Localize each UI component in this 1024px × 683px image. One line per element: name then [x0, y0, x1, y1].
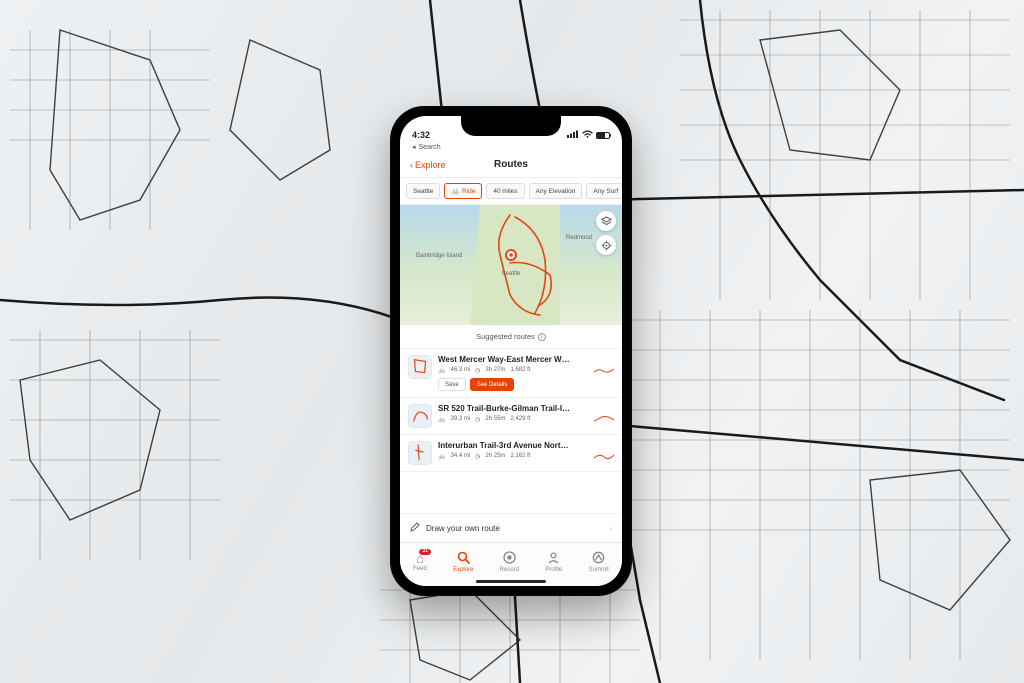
bicycle-icon: 🚲 [438, 416, 445, 423]
elevation-sparkline [594, 366, 614, 374]
search-icon [457, 551, 470, 566]
phone-frame: 4:32 ◂ Search ‹ Explore Routes [390, 106, 632, 596]
tab-feed[interactable]: ⌂31 Feed [413, 552, 427, 572]
chevron-right-icon: › [609, 524, 612, 533]
route-info: Interurban Trail-3rd Avenue Nort… 🚲34.4 … [438, 441, 614, 465]
chevron-left-icon: ‹ [410, 160, 413, 170]
map-poi-label: Bainbridge Island [416, 253, 462, 259]
clock-icon: ◷ [475, 453, 480, 460]
status-time: 4:32 [412, 130, 430, 140]
route-list[interactable]: West Mercer Way-East Mercer W… 🚲46.3 mi … [400, 349, 622, 513]
profile-icon [547, 551, 560, 566]
notch [461, 116, 561, 136]
tab-summit[interactable]: Summit [589, 551, 609, 573]
signal-icon [567, 130, 579, 140]
save-button[interactable]: Save [438, 378, 466, 391]
clock-icon: ◷ [475, 367, 480, 374]
filter-surface-chip[interactable]: Any Surf [586, 183, 622, 199]
return-to-app[interactable]: ◂ Search [400, 142, 622, 152]
route-title: SR 520 Trail-Burke-Gilman Trail-I… [438, 404, 614, 413]
route-meta: 🚲39.3 mi ◷2h 55m 2,429 ft [438, 415, 614, 423]
feed-badge: 31 [419, 549, 431, 555]
elevation-sparkline [594, 415, 614, 423]
filter-location-chip[interactable]: Seattle [406, 183, 440, 199]
route-card[interactable]: SR 520 Trail-Burke-Gilman Trail-I… 🚲39.3… [400, 398, 622, 435]
tab-record[interactable]: Record [500, 551, 519, 573]
route-card[interactable]: Interurban Trail-3rd Avenue Nort… 🚲34.4 … [400, 435, 622, 472]
filter-elevation-chip[interactable]: Any Elevation [529, 183, 583, 199]
tab-explore[interactable]: Explore [453, 551, 473, 573]
chevron-left-icon: ◂ [412, 143, 416, 151]
map-poi-label: Redmond [566, 235, 592, 241]
page-title: Routes [494, 159, 528, 170]
filter-bar[interactable]: Seattle 🚲Ride 40 miles Any Elevation Any… [400, 178, 622, 205]
route-thumbnail [408, 441, 432, 465]
draw-route-button[interactable]: Draw your own route › [400, 513, 622, 542]
map-view[interactable]: Bainbridge Island Redmond Seattle [400, 205, 622, 325]
back-label: Explore [415, 160, 446, 170]
route-meta: 🚲34.4 mi ◷2h 25m 2,162 ft [438, 452, 614, 460]
bicycle-icon: 🚲 [451, 187, 460, 195]
bicycle-icon: 🚲 [438, 367, 445, 374]
home-indicator[interactable] [476, 580, 546, 583]
route-thumbnail [408, 404, 432, 428]
phone-screen: 4:32 ◂ Search ‹ Explore Routes [400, 116, 622, 586]
summit-icon [592, 551, 605, 566]
locate-icon [601, 240, 612, 251]
route-title: Interurban Trail-3rd Avenue Nort… [438, 441, 614, 450]
route-meta: 🚲46.3 mi ◷3h 27m 1,682 ft [438, 366, 614, 374]
nav-header: ‹ Explore Routes [400, 152, 622, 178]
record-icon [503, 551, 516, 566]
status-icons [567, 130, 610, 140]
suggested-label: Suggested routes [476, 332, 535, 341]
route-card[interactable]: West Mercer Way-East Mercer W… 🚲46.3 mi … [400, 349, 622, 398]
clock-icon: ◷ [475, 416, 480, 423]
pencil-icon [410, 522, 420, 534]
filter-distance-chip[interactable]: 40 miles [486, 183, 524, 199]
route-thumbnail [408, 355, 432, 379]
route-info: West Mercer Way-East Mercer W… 🚲46.3 mi … [438, 355, 614, 391]
battery-icon [596, 132, 610, 139]
suggested-routes-header: Suggested routes i [400, 325, 622, 349]
back-button[interactable]: ‹ Explore [410, 160, 446, 170]
info-icon[interactable]: i [538, 333, 546, 341]
route-info: SR 520 Trail-Burke-Gilman Trail-I… 🚲39.3… [438, 404, 614, 428]
tab-profile[interactable]: Profile [545, 551, 562, 573]
wifi-icon [582, 130, 593, 140]
draw-label: Draw your own route [426, 524, 500, 533]
map-center-pin [504, 249, 518, 269]
map-locate-button[interactable] [596, 235, 616, 255]
layers-icon [601, 216, 612, 227]
map-layers-button[interactable] [596, 211, 616, 231]
return-to-label: Search [419, 144, 441, 151]
map-center-label: Seattle [502, 271, 521, 277]
route-actions: Save See Details [438, 378, 614, 391]
filter-activity-chip[interactable]: 🚲Ride [444, 183, 482, 199]
bicycle-icon: 🚲 [438, 453, 445, 460]
see-details-button[interactable]: See Details [470, 378, 515, 391]
route-title: West Mercer Way-East Mercer W… [438, 355, 614, 364]
home-icon: ⌂31 [416, 552, 424, 565]
elevation-sparkline [594, 452, 614, 460]
